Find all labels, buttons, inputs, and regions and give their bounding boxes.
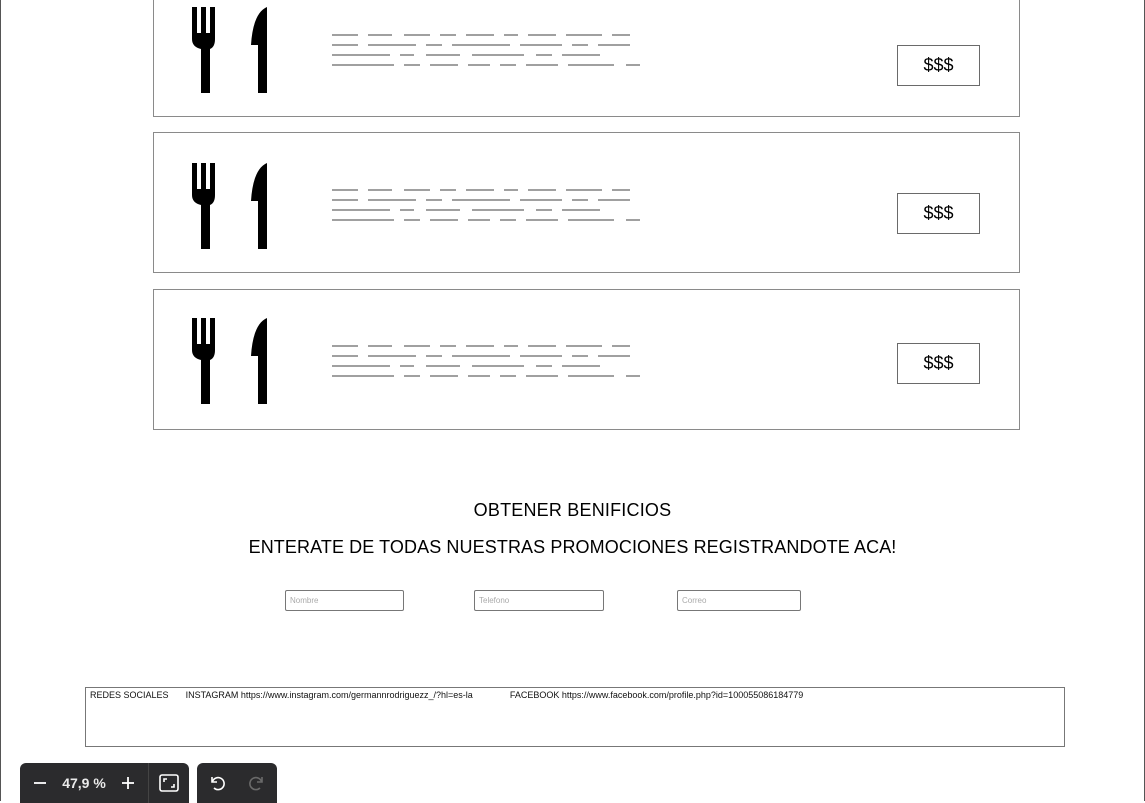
history-toolbar: [197, 763, 277, 803]
zoom-toolbar: 47,9 %: [20, 763, 189, 803]
facebook-label: FACEBOOK: [509, 690, 560, 700]
price-button[interactable]: $$$: [897, 45, 980, 86]
undo-button[interactable]: [197, 763, 237, 803]
fit-screen-button[interactable]: [149, 763, 189, 803]
fork-knife-icon: [192, 318, 267, 404]
social-label: REDES SOCIALES: [90, 690, 169, 700]
canvas-border-left: [0, 0, 1, 801]
instagram-label: INSTAGRAM: [185, 690, 239, 700]
telefono-input[interactable]: [474, 590, 604, 611]
zoom-in-button[interactable]: [108, 763, 148, 803]
nombre-input[interactable]: [285, 590, 404, 611]
redo-icon: [249, 776, 263, 791]
redo-button[interactable]: [237, 763, 277, 803]
correo-input[interactable]: [677, 590, 801, 611]
menu-item-card: $$$: [153, 0, 1020, 117]
description-placeholder-lines: [332, 345, 640, 377]
promo-title: OBTENER BENIFICIOS: [473, 500, 672, 520]
price-button[interactable]: $$$: [897, 193, 980, 234]
undo-icon: [211, 776, 225, 791]
description-placeholder-lines: [332, 189, 640, 221]
plus-icon: [122, 777, 134, 789]
menu-item-card: $$$: [153, 289, 1020, 430]
zoom-level[interactable]: 47,9 %: [60, 775, 108, 791]
social-footer: REDES SOCIALES INSTAGRAM https://www.ins…: [85, 687, 1065, 747]
fit-screen-icon: [159, 774, 179, 792]
fork-knife-icon: [192, 7, 267, 93]
description-placeholder-lines: [332, 34, 640, 66]
menu-item-card: $$$: [153, 132, 1020, 273]
promo-subtitle: ENTERATE DE TODAS NUESTRAS PROMOCIONES R…: [248, 537, 897, 557]
facebook-link[interactable]: https://www.facebook.com/profile.php?id=…: [562, 690, 803, 700]
zoom-out-button[interactable]: [20, 763, 60, 803]
fork-knife-icon: [192, 163, 267, 249]
price-button[interactable]: $$$: [897, 343, 980, 384]
instagram-link[interactable]: https://www.instagram.com/germannrodrigu…: [241, 690, 473, 700]
minus-icon: [34, 782, 46, 784]
